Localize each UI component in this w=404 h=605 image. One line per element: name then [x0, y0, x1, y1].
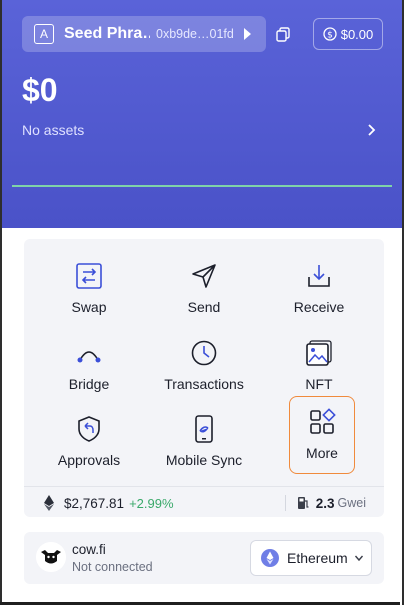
usd-balance-chip[interactable]: $ $0.00: [313, 18, 383, 50]
total-balance: $0: [22, 72, 58, 108]
assets-label: No assets: [22, 122, 85, 138]
more-button[interactable]: More: [289, 396, 355, 474]
transactions-icon: [191, 340, 217, 366]
account-avatar-icon: A: [34, 24, 54, 44]
chevron-down-icon: [354, 555, 363, 562]
svg-text:$: $: [327, 31, 333, 41]
send-icon: [192, 264, 216, 288]
receive-button[interactable]: Receive: [264, 257, 374, 327]
bridge-label: Bridge: [68, 376, 110, 392]
wallet-popup: A Seed Phra… 0xb9de…01fd $ $0.00 $0 No a…: [2, 0, 402, 605]
gas-indicator: 2.3 Gwei: [284, 495, 366, 511]
gas-value: 2.3: [315, 495, 335, 511]
market-bar: $2,767.81 +2.99% 2.3 Gwei: [24, 488, 384, 518]
connected-dapp-bar: cow.fi Not connected Ethereum: [24, 532, 384, 584]
usd-balance-value: $0.00: [340, 26, 374, 42]
ethereum-icon: [44, 495, 54, 511]
account-name: Seed Phra…: [64, 25, 150, 42]
transactions-label: Transactions: [164, 376, 244, 392]
nft-label: NFT: [305, 376, 333, 392]
dapp-connection-status: Not connected: [72, 560, 153, 574]
receive-label: Receive: [293, 299, 345, 315]
actions-panel: Swap Send Receive Bridge Transactions NF…: [24, 239, 384, 517]
eth-price-change: +2.99%: [129, 495, 174, 511]
panel-divider: [24, 486, 384, 487]
wallet-header: A Seed Phra… 0xb9de…01fd $ $0.00 $0 No a…: [2, 0, 402, 228]
ethereum-chain-icon: [261, 549, 279, 567]
swap-button[interactable]: Swap: [34, 257, 144, 327]
more-icon: [310, 408, 336, 434]
account-switcher[interactable]: A Seed Phra… 0xb9de…01fd: [22, 16, 266, 52]
gas-pump-icon: [297, 497, 309, 509]
more-label: More: [306, 445, 338, 461]
play-arrow-icon: [243, 28, 251, 40]
approvals-button[interactable]: Approvals: [34, 410, 144, 480]
chain-name: Ethereum: [287, 550, 348, 566]
mobile-sync-button[interactable]: Mobile Sync: [149, 410, 259, 480]
swap-label: Swap: [71, 299, 107, 315]
gas-unit: Gwei: [337, 496, 366, 510]
transactions-button[interactable]: Transactions: [149, 334, 259, 404]
bridge-button[interactable]: Bridge: [34, 334, 144, 404]
eth-price: $2,767.81: [64, 495, 125, 511]
chevron-right-icon: [368, 124, 376, 136]
cow-logo-icon: [36, 542, 66, 572]
dapp-name: cow.fi: [72, 542, 106, 557]
approvals-label: Approvals: [57, 452, 121, 468]
mobile-sync-label: Mobile Sync: [165, 452, 243, 468]
swap-icon: [76, 263, 102, 289]
approvals-icon: [78, 416, 100, 442]
nft-icon: [306, 340, 332, 366]
account-address: 0xb9de…01fd: [156, 27, 234, 41]
gas-separator: [284, 495, 286, 511]
dollar-coin-icon: $: [323, 27, 337, 41]
nft-button[interactable]: NFT: [264, 334, 374, 404]
mobile-sync-icon: [195, 415, 213, 443]
send-label: Send: [187, 299, 221, 315]
receive-icon: [308, 265, 330, 287]
chain-selector[interactable]: Ethereum: [250, 540, 372, 576]
send-button[interactable]: Send: [149, 257, 259, 327]
bridge-icon: [77, 351, 101, 363]
balance-chart-line: [12, 185, 392, 187]
assets-summary[interactable]: No assets: [22, 118, 378, 142]
copy-icon[interactable]: [275, 26, 291, 42]
